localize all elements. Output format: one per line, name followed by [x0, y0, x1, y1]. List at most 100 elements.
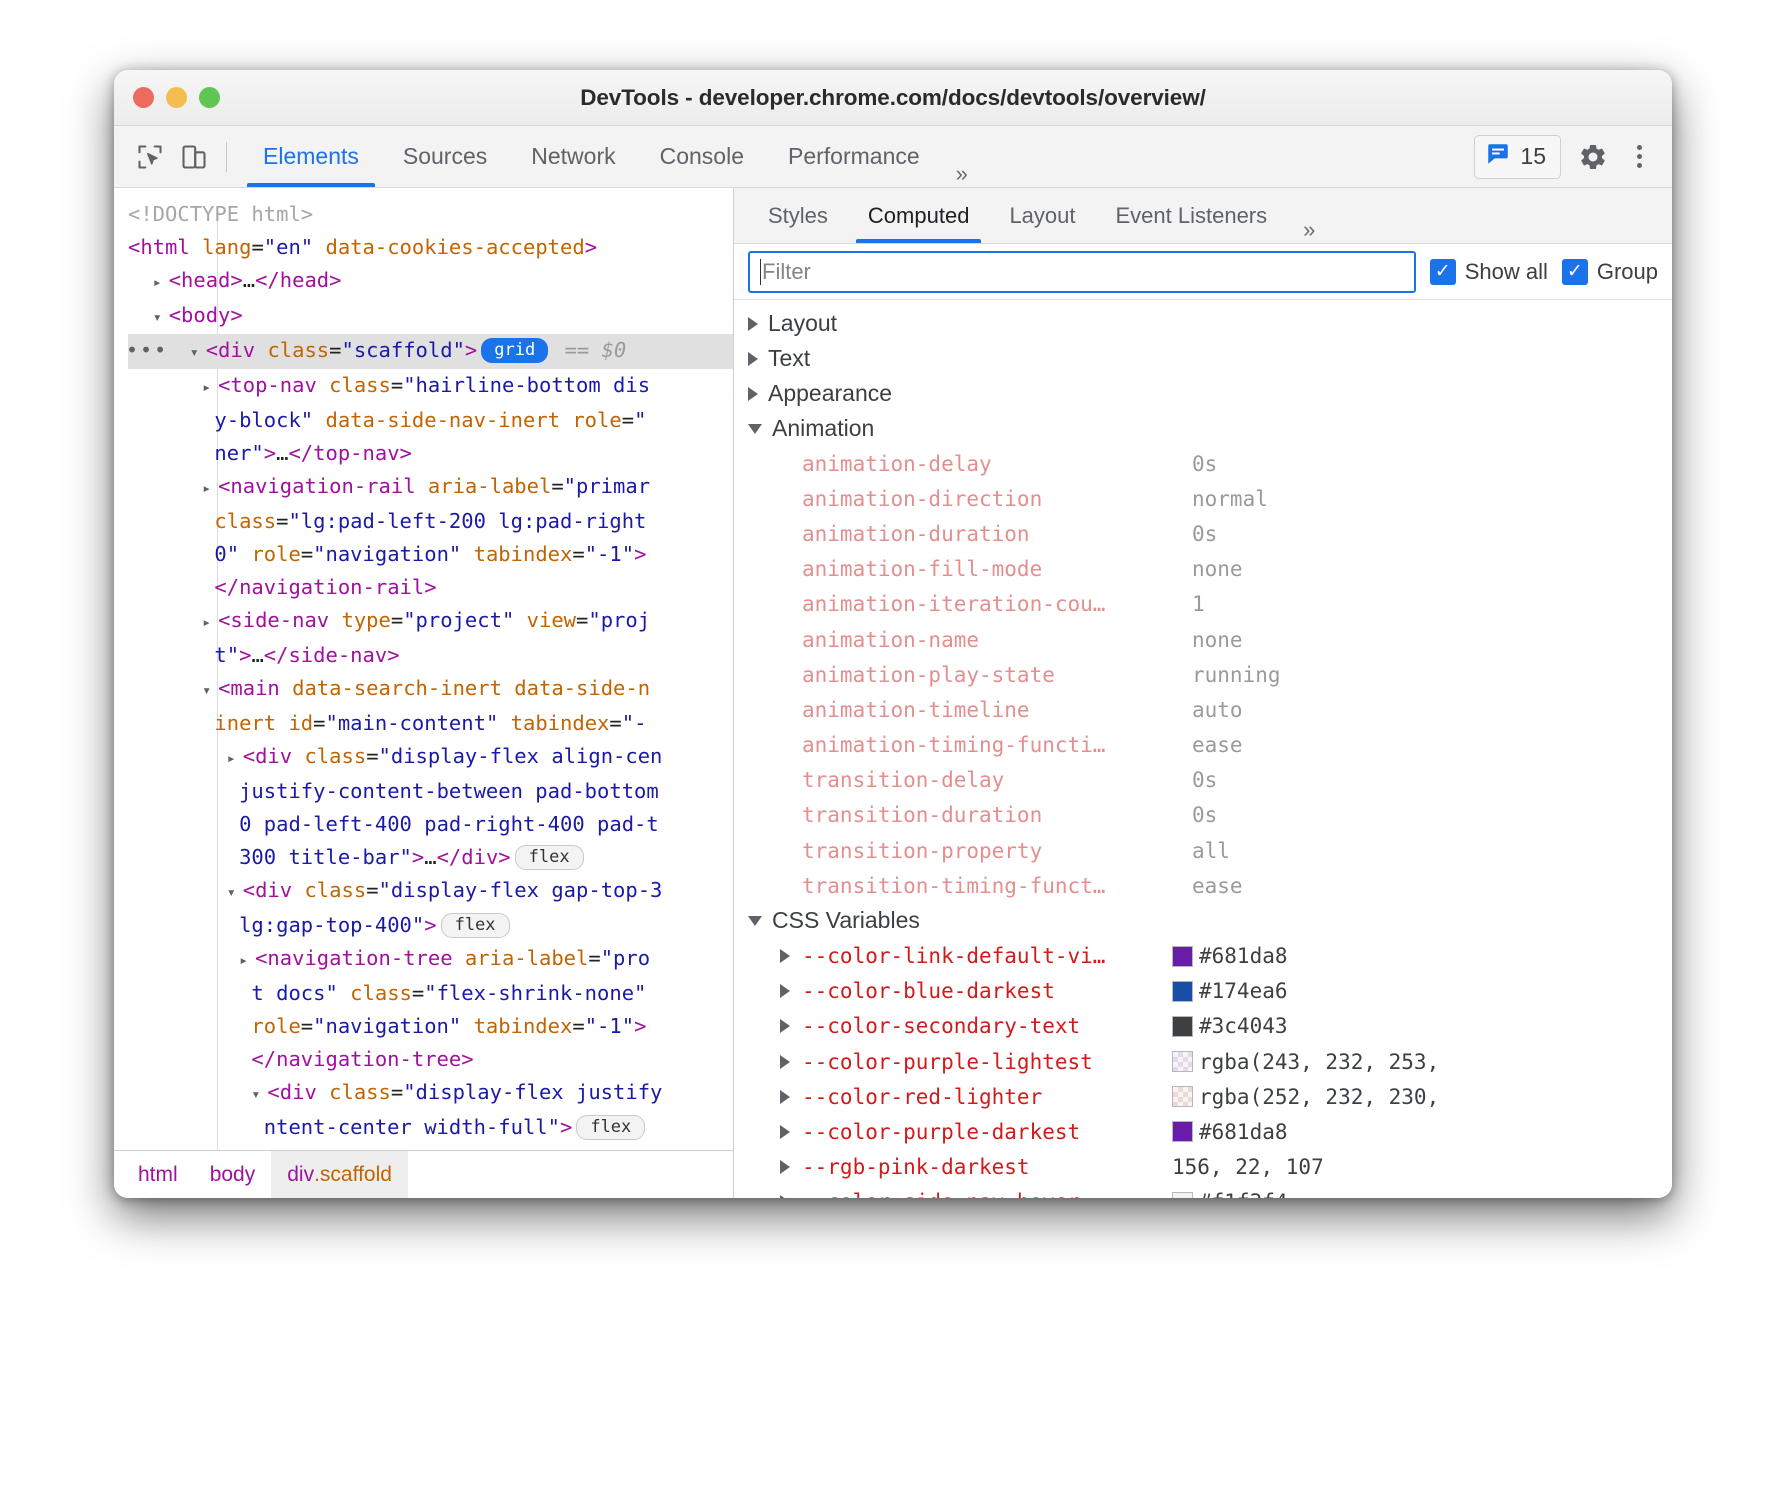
computed-properties-list[interactable]: LayoutTextAppearanceAnimationanimation-d… [734, 300, 1672, 1198]
dom-node-side-nav-1[interactable]: ▸<side-nav type="project" view="proj [128, 604, 733, 639]
dom-node-navtree-3[interactable]: role="navigation" tabindex="-1"> [128, 1010, 733, 1043]
dom-node-flexdiv-1[interactable]: ▾<div class="display-flex gap-top-3 [128, 874, 733, 909]
property-name: animation-delay [802, 452, 1192, 476]
dom-node-top-nav-2[interactable]: y-block" data-side-nav-inert role=" [128, 404, 733, 437]
kebab-menu-icon[interactable] [1625, 145, 1654, 168]
color-swatch[interactable] [1172, 1121, 1193, 1142]
computed-property-row[interactable]: transition-propertyall [734, 833, 1672, 868]
tab-event-listeners[interactable]: Event Listeners [1096, 188, 1288, 243]
dom-node-navtree-2[interactable]: t docs" class="flex-shrink-none" [128, 977, 733, 1010]
dom-node-head[interactable]: ▸<head>…</head> [128, 264, 733, 299]
group-header-css-variables[interactable]: CSS Variables [734, 903, 1672, 938]
dom-node-top-nav-1[interactable]: ▸<top-nav class="hairline-bottom dis [128, 369, 733, 404]
color-swatch[interactable] [1172, 1016, 1193, 1037]
css-variable-row[interactable]: --color-blue-darkest#174ea6 [734, 974, 1672, 1009]
css-variable-row[interactable]: --color-link-default-vi…#681da8 [734, 938, 1672, 973]
gear-icon[interactable] [1571, 135, 1615, 179]
color-swatch[interactable] [1172, 946, 1193, 967]
dom-node-navtree-4[interactable]: </navigation-tree> [128, 1043, 733, 1076]
tab-computed[interactable]: Computed [848, 188, 990, 243]
computed-property-row[interactable]: animation-iteration-cou…1 [734, 587, 1672, 622]
chevron-right-icon[interactable] [780, 1195, 790, 1198]
dom-node-body[interactable]: ▾<body> [128, 299, 733, 334]
dom-node-main-2[interactable]: inert id="main-content" tabindex="- [128, 707, 733, 740]
dom-node-flexdiv-2[interactable]: lg:gap-top-400">flex [128, 909, 733, 942]
color-swatch[interactable] [1172, 1051, 1193, 1072]
chevron-right-icon[interactable] [780, 949, 790, 963]
computed-property-row[interactable]: animation-timelineauto [734, 692, 1672, 727]
dom-node-lastdiv-1[interactable]: ▾<div class="display-flex justify [128, 1076, 733, 1111]
computed-property-row[interactable]: animation-duration0s [734, 516, 1672, 551]
zoom-window-button[interactable] [199, 87, 220, 108]
chevron-right-icon[interactable] [780, 1160, 790, 1174]
more-panels-icon[interactable]: » [942, 161, 982, 187]
tab-console[interactable]: Console [638, 126, 766, 187]
computed-property-row[interactable]: animation-directionnormal [734, 481, 1672, 516]
dom-node-doctype[interactable]: <!DOCTYPE html> [128, 198, 733, 231]
computed-property-row[interactable]: animation-namenone [734, 622, 1672, 657]
dom-node-nav-rail-4[interactable]: </navigation-rail> [128, 571, 733, 604]
computed-property-row[interactable]: animation-timing-functi…ease [734, 728, 1672, 763]
css-variable-row[interactable]: --color-secondary-text#3c4043 [734, 1009, 1672, 1044]
computed-property-row[interactable]: transition-timing-funct…ease [734, 868, 1672, 903]
tab-network[interactable]: Network [509, 126, 637, 187]
chevron-right-icon[interactable] [780, 1055, 790, 1069]
dom-node-nav-rail-2[interactable]: class="lg:pad-left-200 lg:pad-right [128, 505, 733, 538]
group-header-layout[interactable]: Layout [734, 306, 1672, 341]
color-swatch[interactable] [1172, 1192, 1193, 1198]
group-checkbox[interactable]: ✓ Group [1562, 259, 1658, 285]
more-sidebar-tabs-icon[interactable]: » [1287, 217, 1329, 243]
group-header-appearance[interactable]: Appearance [734, 376, 1672, 411]
chevron-right-icon[interactable] [780, 984, 790, 998]
css-variable-row[interactable]: --rgb-pink-darkest156, 22, 107 [734, 1150, 1672, 1185]
group-header-text[interactable]: Text [734, 341, 1672, 376]
filter-input[interactable]: Filter [748, 251, 1416, 293]
css-variable-row[interactable]: --color-red-lighterrgba(252, 232, 230, [734, 1079, 1672, 1114]
dom-node-lastdiv-2[interactable]: ntent-center width-full">flex [128, 1111, 733, 1144]
group-header-animation[interactable]: Animation [734, 411, 1672, 446]
chevron-right-icon[interactable] [780, 1090, 790, 1104]
css-variable-row[interactable]: --color-side-nav-hover#f1f3f4 [734, 1185, 1672, 1198]
dom-node-scaffold[interactable]: ••• ▾<div class="scaffold">grid == $0 [128, 334, 733, 369]
dom-node-nav-rail-1[interactable]: ▸<navigation-rail aria-label="primar [128, 470, 733, 505]
dom-node-html-open[interactable]: <html lang="en" data-cookies-accepted> [128, 231, 733, 264]
variable-value: rgba(243, 232, 253, [1172, 1050, 1439, 1074]
close-window-button[interactable] [133, 87, 154, 108]
dom-node-side-nav-2[interactable]: t">…</side-nav> [128, 639, 733, 672]
computed-property-row[interactable]: animation-delay0s [734, 446, 1672, 481]
tab-layout[interactable]: Layout [989, 188, 1095, 243]
computed-property-row[interactable]: transition-duration0s [734, 798, 1672, 833]
issues-button[interactable]: 15 [1474, 135, 1561, 179]
chevron-right-icon[interactable] [780, 1125, 790, 1139]
dom-node-titlebar-1[interactable]: ▸<div class="display-flex align-cen [128, 740, 733, 775]
inspect-cursor-icon[interactable] [128, 135, 172, 179]
tab-styles[interactable]: Styles [748, 188, 848, 243]
color-swatch[interactable] [1172, 1086, 1193, 1107]
dom-node-top-nav-3[interactable]: ner">…</top-nav> [128, 437, 733, 470]
device-toolbar-icon[interactable] [172, 135, 216, 179]
tab-elements[interactable]: Elements [241, 126, 381, 187]
tab-sources[interactable]: Sources [381, 126, 509, 187]
computed-property-row[interactable]: animation-fill-modenone [734, 552, 1672, 587]
minimize-window-button[interactable] [166, 87, 187, 108]
dom-node-titlebar-3[interactable]: 0 pad-left-400 pad-right-400 pad-t [128, 808, 733, 841]
css-variable-row[interactable]: --color-purple-lightestrgba(243, 232, 25… [734, 1044, 1672, 1079]
dom-node-titlebar-2[interactable]: justify-content-between pad-bottom [128, 775, 733, 808]
breadcrumb-item-body[interactable]: body [194, 1151, 272, 1198]
computed-property-row[interactable]: transition-delay0s [734, 763, 1672, 798]
dom-tree[interactable]: <!DOCTYPE html><html lang="en" data-cook… [114, 188, 733, 1150]
chevron-right-icon[interactable] [780, 1019, 790, 1033]
group-label: Appearance [768, 380, 892, 407]
breadcrumb-item-html[interactable]: html [122, 1151, 194, 1198]
dom-node-titlebar-4[interactable]: 300 title-bar">…</div>flex [128, 841, 733, 874]
css-variable-row[interactable]: --color-purple-darkest#681da8 [734, 1114, 1672, 1149]
issues-message-icon [1485, 141, 1511, 172]
color-swatch[interactable] [1172, 981, 1193, 1002]
show-all-checkbox[interactable]: ✓ Show all [1430, 259, 1548, 285]
breadcrumb-item-div-scaffold[interactable]: div.scaffold [271, 1151, 408, 1198]
dom-node-nav-rail-3[interactable]: 0" role="navigation" tabindex="-1"> [128, 538, 733, 571]
dom-node-main-1[interactable]: ▾<main data-search-inert data-side-n [128, 672, 733, 707]
tab-performance[interactable]: Performance [766, 126, 942, 187]
dom-node-navtree-1[interactable]: ▸<navigation-tree aria-label="pro [128, 942, 733, 977]
computed-property-row[interactable]: animation-play-staterunning [734, 657, 1672, 692]
